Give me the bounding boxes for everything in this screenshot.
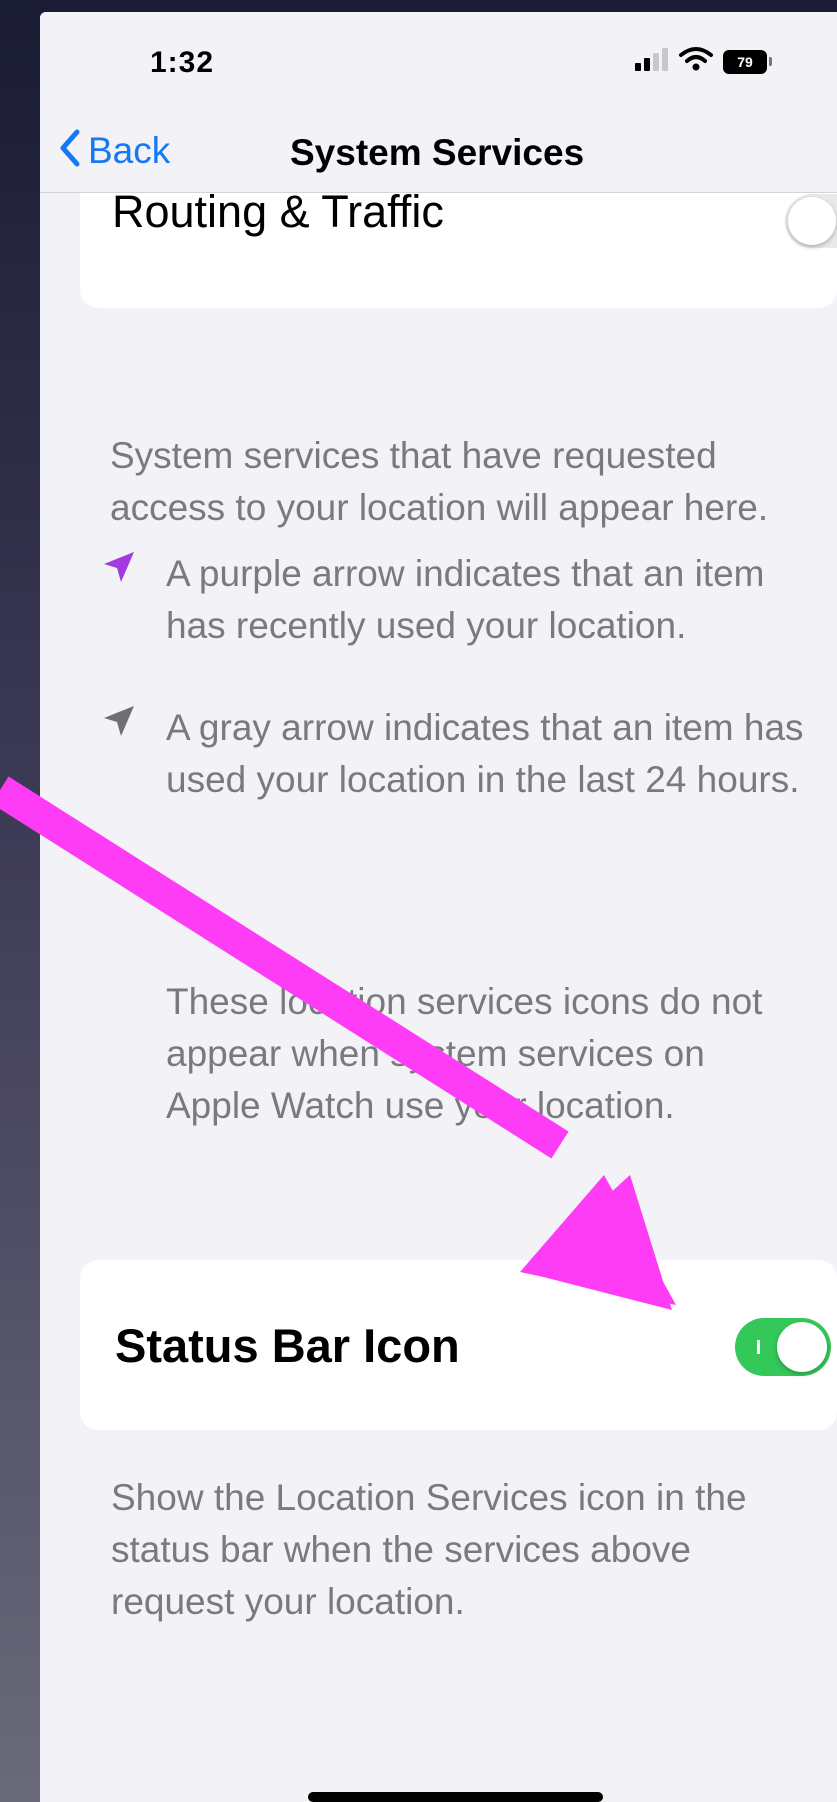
status-icons: 79 bbox=[635, 46, 772, 77]
page-title: System Services bbox=[290, 132, 585, 173]
back-label: Back bbox=[88, 129, 171, 171]
toggle-knob bbox=[788, 197, 836, 245]
battery-level: 79 bbox=[723, 49, 767, 74]
status-time: 1:32 bbox=[150, 46, 215, 79]
apple-watch-note: These location services icons do not app… bbox=[166, 981, 763, 1126]
cellular-signal-icon bbox=[635, 47, 669, 76]
gray-arrow-text: A gray arrow indicates that an item has … bbox=[166, 707, 804, 800]
phone-screen: 1:32 79 Back System Services Routing & T… bbox=[40, 12, 837, 1802]
toggle-on-mark bbox=[757, 1340, 760, 1354]
purple-arrow-text: A purple arrow indicates that an item ha… bbox=[166, 553, 765, 646]
chevron-left-icon bbox=[58, 128, 82, 173]
status-bar: 1:32 79 bbox=[40, 12, 837, 122]
status-bar-icon-label: Status Bar Icon bbox=[115, 1319, 460, 1372]
status-bar-icon-description: Show the Location Services icon in the s… bbox=[111, 1477, 747, 1622]
routing-traffic-label: Routing & Traffic bbox=[112, 186, 444, 237]
gray-arrow-legend: A gray arrow indicates that an item has … bbox=[100, 702, 830, 806]
purple-arrow-legend: A purple arrow indicates that an item ha… bbox=[100, 548, 830, 652]
battery-tip bbox=[769, 57, 772, 66]
back-button[interactable]: Back bbox=[58, 128, 170, 173]
system-services-info: System services that have requested acce… bbox=[110, 435, 769, 528]
battery-icon: 79 bbox=[723, 49, 772, 74]
status-bar-icon-toggle[interactable] bbox=[735, 1318, 831, 1376]
routing-traffic-toggle[interactable] bbox=[785, 194, 837, 248]
navigation-bar: Back System Services bbox=[40, 112, 837, 193]
toggle-knob bbox=[777, 1322, 827, 1372]
status-bar-icon-row: Status Bar Icon bbox=[80, 1260, 837, 1430]
gray-location-arrow-icon bbox=[100, 702, 138, 740]
purple-location-arrow-icon bbox=[100, 548, 138, 586]
wifi-icon bbox=[679, 46, 713, 77]
home-indicator[interactable] bbox=[308, 1792, 603, 1802]
